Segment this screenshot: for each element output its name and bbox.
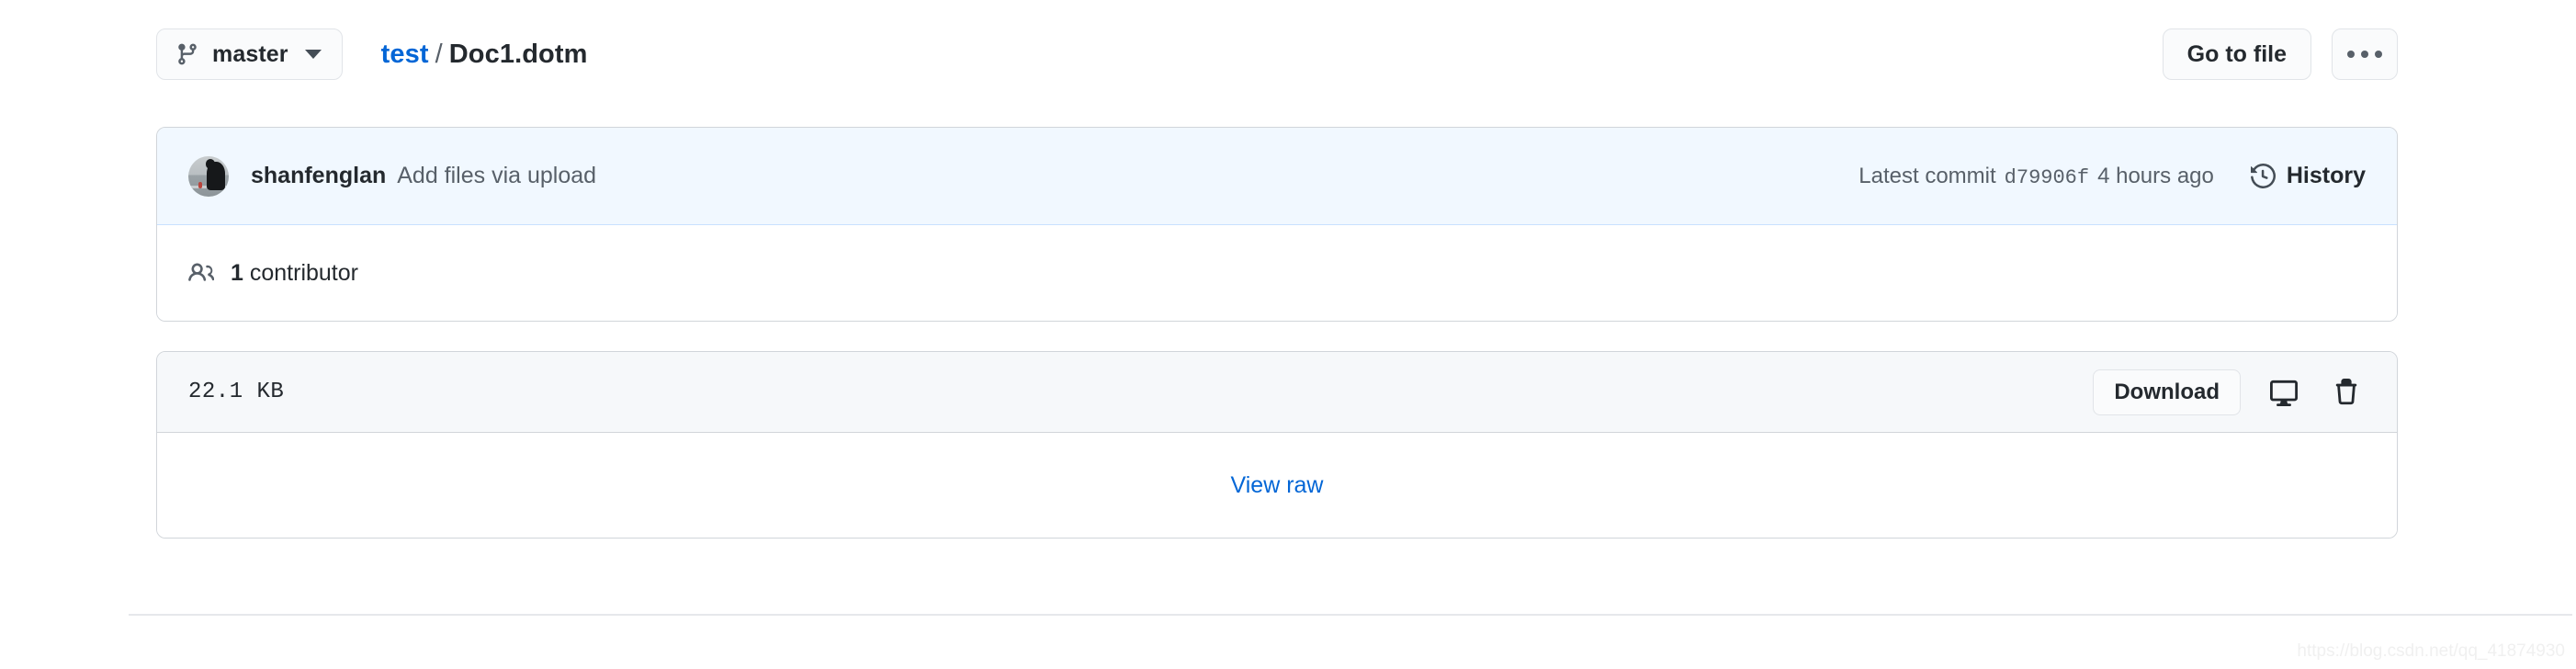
breadcrumb-file-name: Doc1.dotm bbox=[448, 39, 588, 69]
commit-author-link[interactable]: shanfenglan bbox=[251, 163, 386, 189]
history-label: History bbox=[2286, 163, 2366, 188]
commit-message-link[interactable]: Add files via upload bbox=[397, 163, 596, 189]
download-button[interactable]: Download bbox=[2093, 369, 2241, 415]
device-desktop-icon bbox=[2270, 379, 2298, 406]
avatar[interactable] bbox=[188, 155, 229, 197]
git-branch-icon bbox=[175, 42, 199, 66]
commit-sha-link[interactable]: d79906f bbox=[2005, 166, 2089, 189]
file-size-label: 22.1 KB bbox=[188, 380, 285, 404]
file-content-area: View raw bbox=[157, 433, 2397, 538]
contributors-word: contributor bbox=[249, 259, 358, 286]
watermark: https://blog.csdn.net/qq_41874930 bbox=[2297, 641, 2565, 661]
trash-icon bbox=[2333, 378, 2360, 406]
commit-relative-time: 4 hours ago bbox=[2097, 163, 2214, 188]
kebab-horizontal-icon bbox=[2347, 51, 2382, 58]
latest-commit-label: Latest commit bbox=[1859, 163, 1996, 188]
github-file-view: master test / Doc1.dotm Go to file shanfen… bbox=[0, 0, 2576, 669]
file-box: 22.1 KB Download View raw bbox=[156, 351, 2398, 539]
open-in-desktop-button[interactable] bbox=[2265, 371, 2303, 414]
delete-file-button[interactable] bbox=[2327, 371, 2366, 414]
history-icon bbox=[2250, 164, 2276, 188]
branch-name-label: master bbox=[212, 40, 288, 67]
contributors-count: 1 bbox=[231, 259, 243, 286]
people-icon bbox=[188, 260, 214, 286]
latest-commit-row: shanfenglan Add files via upload Latest … bbox=[157, 128, 2397, 225]
commit-panel: shanfenglan Add files via upload Latest … bbox=[156, 127, 2398, 322]
history-link[interactable]: History bbox=[2250, 163, 2366, 189]
contributors-count-label[interactable]: 1 contributor bbox=[231, 260, 358, 287]
file-header: 22.1 KB Download bbox=[157, 352, 2397, 433]
toolbar-actions: Go to file bbox=[2162, 28, 2398, 80]
go-to-file-button[interactable]: Go to file bbox=[2162, 28, 2311, 80]
branch-selector-button[interactable]: master bbox=[156, 28, 343, 80]
breadcrumb-separator: / bbox=[435, 39, 443, 69]
file-toolbar: master test / Doc1.dotm Go to file bbox=[156, 28, 2398, 81]
more-options-button[interactable] bbox=[2332, 28, 2398, 80]
breadcrumb-repo-link[interactable]: test bbox=[381, 40, 429, 69]
chevron-down-icon bbox=[304, 50, 322, 59]
footer-divider bbox=[129, 614, 2572, 616]
commit-meta: Latest commit d79906f 4 hours ago Histor… bbox=[1859, 163, 2366, 189]
breadcrumb: test / Doc1.dotm bbox=[381, 40, 588, 70]
file-actions: Download bbox=[2093, 369, 2366, 415]
view-raw-link[interactable]: View raw bbox=[1231, 472, 1324, 499]
contributors-row: 1 contributor bbox=[157, 225, 2397, 321]
latest-commit-meta: Latest commit d79906f 4 hours ago bbox=[1859, 164, 2214, 189]
